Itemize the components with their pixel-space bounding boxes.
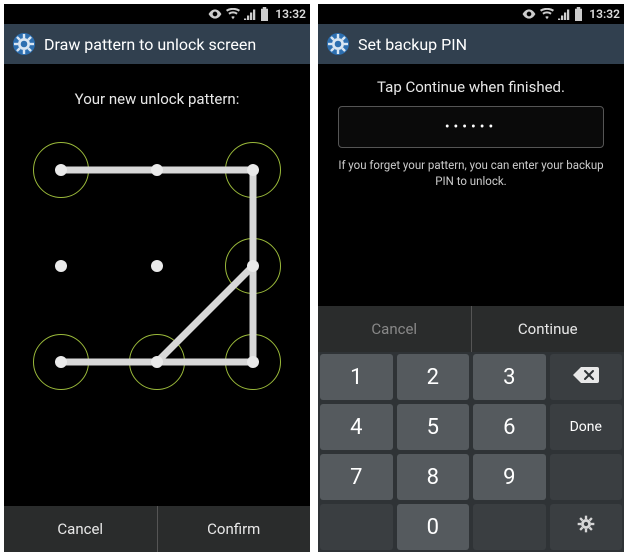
status-bar: 13:32 (318, 4, 624, 24)
eye-icon (522, 8, 536, 20)
eye-icon (208, 8, 222, 20)
confirm-button[interactable]: Confirm (158, 506, 311, 552)
pattern-dot-9[interactable] (247, 356, 259, 368)
cancel-button[interactable]: Cancel (4, 506, 157, 552)
signal-icon (244, 8, 256, 20)
key-2[interactable]: 2 (397, 354, 470, 400)
pattern-dot-3[interactable] (247, 164, 259, 176)
pin-content: Tap Continue when finished. •••••• If yo… (318, 64, 624, 306)
key-blank-1 (550, 454, 623, 500)
continue-button[interactable]: Continue (472, 306, 625, 352)
key-blank-2 (320, 504, 393, 550)
key-8[interactable]: 8 (397, 454, 470, 500)
settings-icon (12, 32, 36, 56)
pin-input[interactable]: •••••• (338, 106, 604, 148)
battery-icon (260, 7, 269, 21)
pattern-dot-2[interactable] (151, 164, 163, 176)
key-blank-3 (473, 504, 546, 550)
key-7[interactable]: 7 (320, 454, 393, 500)
pin-value: •••••• (445, 119, 497, 135)
header-title: Set backup PIN (358, 35, 467, 54)
pattern-subtitle: Your new unlock pattern: (4, 90, 310, 108)
phone-pin: 13:32 (318, 4, 624, 552)
pattern-dot-6[interactable] (247, 260, 259, 272)
settings-icon (326, 32, 350, 56)
key-5[interactable]: 5 (397, 404, 470, 450)
wifi-icon (226, 8, 240, 20)
pattern-grid[interactable] (37, 146, 277, 386)
battery-icon (574, 7, 583, 21)
key-3[interactable]: 3 (473, 354, 546, 400)
pattern-content: Your new unlock pattern: (4, 64, 310, 506)
key-9[interactable]: 9 (473, 454, 546, 500)
header-title: Draw pattern to unlock screen (44, 35, 256, 54)
numeric-keypad: 1 2 3 4 5 6 Done 7 (318, 352, 624, 552)
header: Set backup PIN (318, 24, 624, 64)
pattern-buttons: Cancel Confirm (4, 506, 310, 552)
pattern-dot-4[interactable] (55, 260, 67, 272)
status-time: 13:32 (275, 7, 306, 21)
key-settings[interactable] (550, 504, 623, 550)
pin-subtitle: Tap Continue when finished. (318, 78, 624, 96)
pin-hint: If you forget your pattern, you can ente… (328, 158, 614, 189)
header: Draw pattern to unlock screen (4, 24, 310, 64)
key-backspace[interactable] (550, 354, 623, 400)
pin-buttons: Cancel Continue (318, 306, 624, 352)
screenshot-stage: 13:32 (0, 0, 628, 556)
cancel-button[interactable]: Cancel (318, 306, 471, 352)
gear-icon (576, 514, 596, 540)
phone-pattern: 13:32 (4, 4, 310, 552)
key-4[interactable]: 4 (320, 404, 393, 450)
key-done[interactable]: Done (550, 404, 623, 450)
status-bar: 13:32 (4, 4, 310, 24)
key-1[interactable]: 1 (320, 354, 393, 400)
key-6[interactable]: 6 (473, 404, 546, 450)
pattern-dot-8[interactable] (151, 356, 163, 368)
pattern-dot-5[interactable] (151, 260, 163, 272)
pattern-dot-1[interactable] (55, 164, 67, 176)
key-0[interactable]: 0 (397, 504, 470, 550)
signal-icon (558, 8, 570, 20)
pattern-dot-7[interactable] (55, 356, 67, 368)
backspace-icon (572, 365, 600, 390)
wifi-icon (540, 8, 554, 20)
status-time: 13:32 (589, 7, 620, 21)
